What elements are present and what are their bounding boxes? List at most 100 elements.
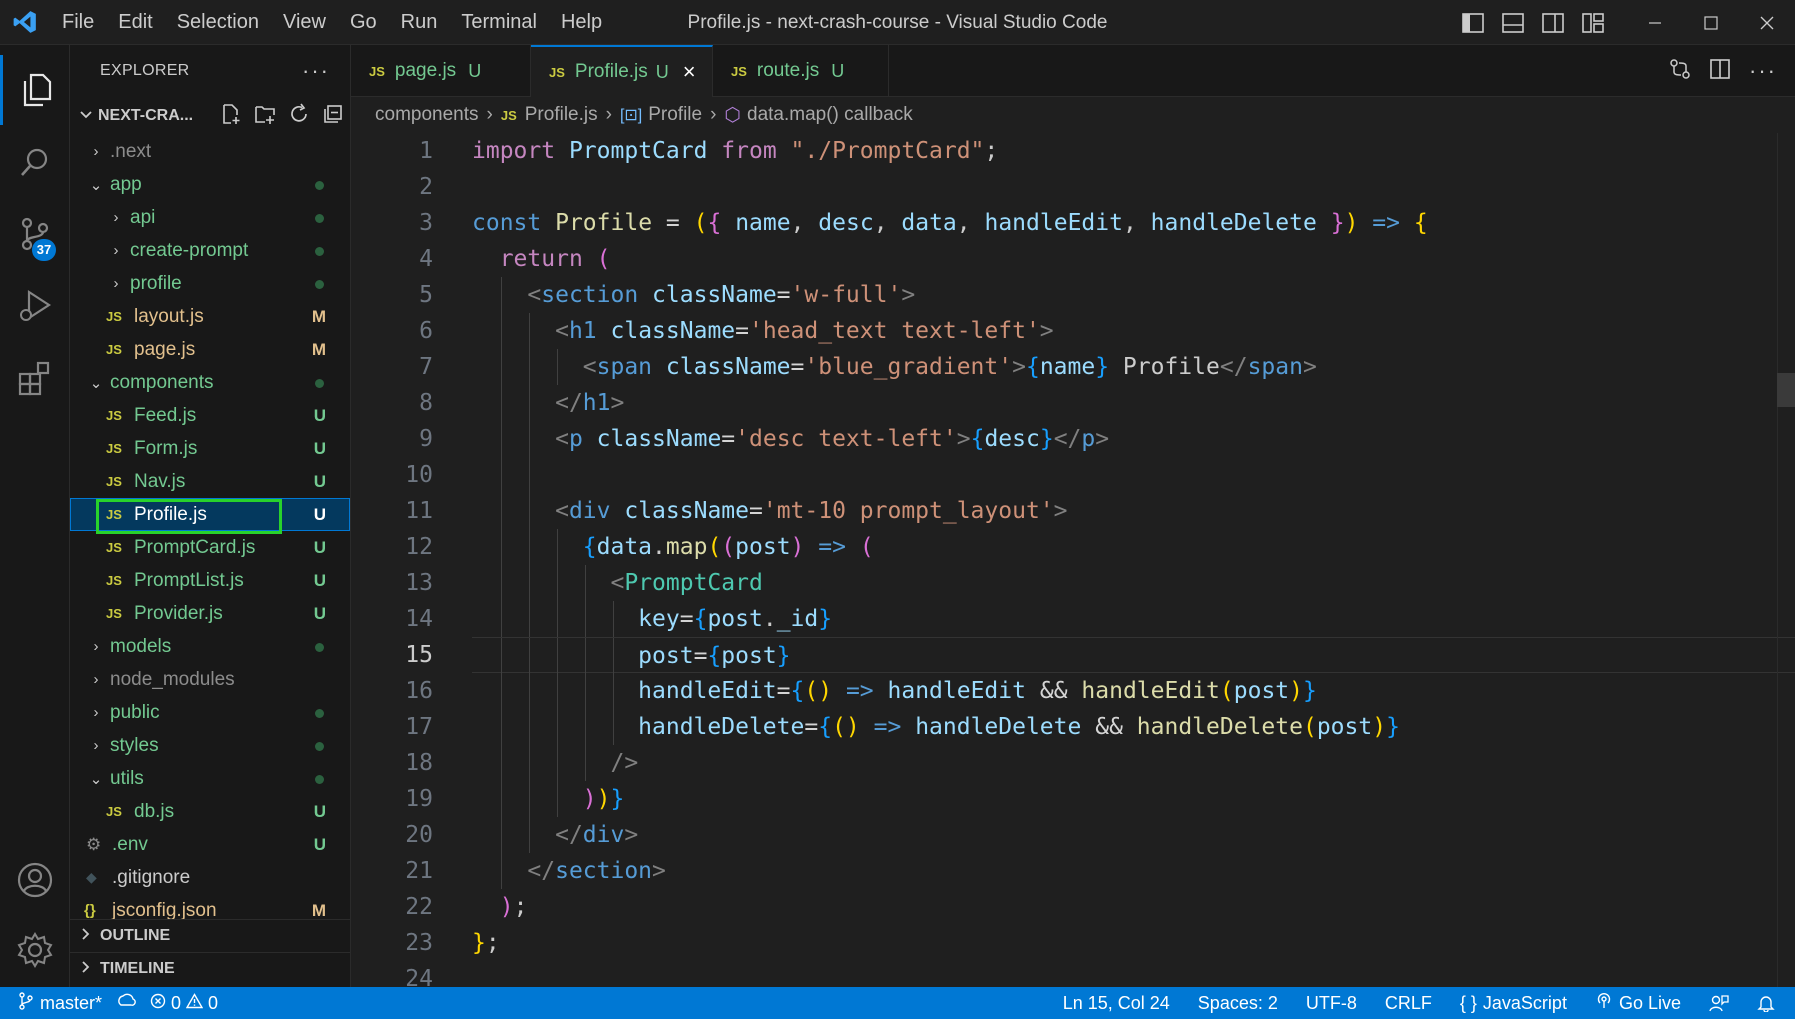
- cursor-position[interactable]: Ln 15, Col 24: [1049, 987, 1184, 1019]
- more-actions-icon[interactable]: ···: [1749, 58, 1777, 84]
- chevron-right-icon: ›: [710, 104, 717, 125]
- json-file-icon: {}: [84, 902, 96, 919]
- status-dot: [315, 214, 324, 223]
- toggle-secondary-sidebar-icon[interactable]: [1533, 0, 1573, 45]
- tree-item-provider-js[interactable]: JS Provider.js U: [70, 597, 350, 630]
- tree-item-public[interactable]: › public: [70, 696, 350, 729]
- open-changes-icon[interactable]: [1669, 58, 1691, 85]
- maximize-icon[interactable]: [1683, 0, 1739, 45]
- menu-view[interactable]: View: [271, 0, 338, 45]
- tree-item-layout-js[interactable]: JS layout.js M: [70, 300, 350, 333]
- search-icon[interactable]: [0, 127, 70, 197]
- tree-item-label: page.js: [134, 338, 196, 360]
- language-mode[interactable]: { } JavaScript: [1446, 987, 1581, 1019]
- breadcrumb-callback[interactable]: data.map() callback: [747, 104, 913, 126]
- refresh-icon[interactable]: [288, 102, 310, 130]
- menu-run[interactable]: Run: [389, 0, 450, 45]
- menu-terminal[interactable]: Terminal: [449, 0, 549, 45]
- timeline-section[interactable]: TIMELINE: [70, 952, 351, 985]
- tree-item-app[interactable]: ⌄ app: [70, 168, 350, 201]
- tab-route-js[interactable]: JS route.js U: [713, 45, 889, 97]
- tree-item-page-js[interactable]: JS page.js M: [70, 333, 350, 366]
- close-icon[interactable]: ×: [683, 59, 696, 85]
- tree-item-api[interactable]: › api: [70, 201, 350, 234]
- feedback-icon[interactable]: [1695, 987, 1743, 1019]
- tree-item-promptlist-js[interactable]: JS PromptList.js U: [70, 564, 350, 597]
- tree-item-styles[interactable]: › styles: [70, 729, 350, 762]
- tree-item-components[interactable]: ⌄ components: [70, 366, 350, 399]
- minimize-icon[interactable]: [1627, 0, 1683, 45]
- javascript-file-icon: JS: [106, 474, 122, 489]
- code-editor[interactable]: 1 2 3 4 5 6 7 8 9 10 11 12 13 14 15 16 1…: [351, 133, 1795, 987]
- tree-item-gitignore[interactable]: ◆ .gitignore: [70, 861, 350, 894]
- javascript-file-icon: JS: [106, 408, 122, 423]
- bell-icon[interactable]: [1743, 987, 1795, 1019]
- tree-item-node-modules[interactable]: › node_modules: [70, 663, 350, 696]
- go-live-button[interactable]: Go Live: [1581, 987, 1695, 1019]
- tab-profile-js[interactable]: JS Profile.js U ×: [531, 45, 713, 97]
- account-icon[interactable]: [0, 845, 70, 915]
- eol-setting[interactable]: CRLF: [1371, 987, 1446, 1019]
- toggle-primary-sidebar-icon[interactable]: [1453, 0, 1493, 45]
- source-control-icon[interactable]: 37: [0, 199, 70, 269]
- run-debug-icon[interactable]: [0, 271, 70, 341]
- scrollbar-thumb[interactable]: [1777, 373, 1795, 407]
- problems-status[interactable]: 0 0: [150, 993, 218, 1014]
- breadcrumb-symbol[interactable]: Profile: [648, 104, 702, 126]
- breadcrumb: components › JS Profile.js › [⊡] Profile…: [351, 97, 1795, 133]
- code-line: );: [499, 894, 528, 920]
- tree-item-db-js[interactable]: JS db.js U: [70, 795, 350, 828]
- tree-item-models[interactable]: › models: [70, 630, 350, 663]
- git-status-badge: U: [313, 439, 326, 458]
- tree-item-promptcard-js[interactable]: JS PromptCard.js U: [70, 531, 350, 564]
- new-file-icon[interactable]: [220, 103, 242, 130]
- tree-item-next[interactable]: › .next: [70, 135, 350, 168]
- customize-layout-icon[interactable]: [1573, 0, 1613, 45]
- close-window-icon[interactable]: [1739, 0, 1795, 45]
- git-branch-status[interactable]: master*: [18, 991, 102, 1015]
- breadcrumb-folder[interactable]: components: [375, 104, 479, 126]
- menu-file[interactable]: File: [50, 0, 106, 45]
- tree-item-env[interactable]: ⚙ .env U: [70, 828, 350, 861]
- indentation-setting[interactable]: Spaces: 2: [1184, 987, 1292, 1019]
- files-icon[interactable]: [0, 55, 70, 125]
- tree-item-utils[interactable]: ⌄ utils: [70, 762, 350, 795]
- outline-section[interactable]: OUTLINE: [70, 919, 351, 952]
- line-number: 11: [405, 498, 433, 524]
- encoding-setting[interactable]: UTF-8: [1292, 987, 1371, 1019]
- settings-gear-icon[interactable]: [0, 915, 70, 985]
- breadcrumb-file[interactable]: Profile.js: [525, 104, 598, 126]
- code-line-current: post={post}: [472, 637, 1795, 674]
- tree-item-form-js[interactable]: JS Form.js U: [70, 432, 350, 465]
- javascript-file-icon: JS: [106, 309, 122, 324]
- collapse-all-icon[interactable]: [322, 103, 344, 130]
- tree-item-label: Nav.js: [134, 470, 186, 492]
- workspace-folder-header[interactable]: NEXT-CRA...: [70, 97, 350, 135]
- vertical-scrollbar[interactable]: [1777, 133, 1795, 987]
- sync-icon[interactable]: [116, 993, 136, 1014]
- toggle-panel-icon[interactable]: [1493, 0, 1533, 45]
- more-actions-icon[interactable]: ···: [302, 58, 330, 84]
- chevron-right-icon: ›: [93, 704, 99, 721]
- tree-item-create-prompt[interactable]: › create-prompt: [70, 234, 350, 267]
- tree-item-feed-js[interactable]: JS Feed.js U: [70, 399, 350, 432]
- menu-go[interactable]: Go: [338, 0, 389, 45]
- chevron-right-icon: ›: [93, 737, 99, 754]
- extensions-icon[interactable]: [0, 343, 70, 413]
- broadcast-icon: [1595, 987, 1613, 1019]
- outline-title: OUTLINE: [100, 927, 171, 944]
- menu-selection[interactable]: Selection: [165, 0, 271, 45]
- menu-help[interactable]: Help: [549, 0, 614, 45]
- tree-item-profile-js[interactable]: JS Profile.js U: [70, 498, 350, 534]
- menu-edit[interactable]: Edit: [106, 0, 164, 45]
- split-editor-icon[interactable]: [1709, 58, 1731, 85]
- code-content: import PromptCard from "./PromptCard"; c…: [472, 133, 1795, 987]
- tree-item-profile[interactable]: › profile: [70, 267, 350, 300]
- error-icon: [150, 993, 166, 1014]
- tab-page-js[interactable]: JS page.js U: [351, 45, 531, 97]
- tree-item-nav-js[interactable]: JS Nav.js U: [70, 465, 350, 498]
- new-folder-icon[interactable]: [254, 103, 276, 130]
- gear-file-icon: ⚙: [86, 834, 102, 854]
- line-number: 16: [405, 678, 433, 704]
